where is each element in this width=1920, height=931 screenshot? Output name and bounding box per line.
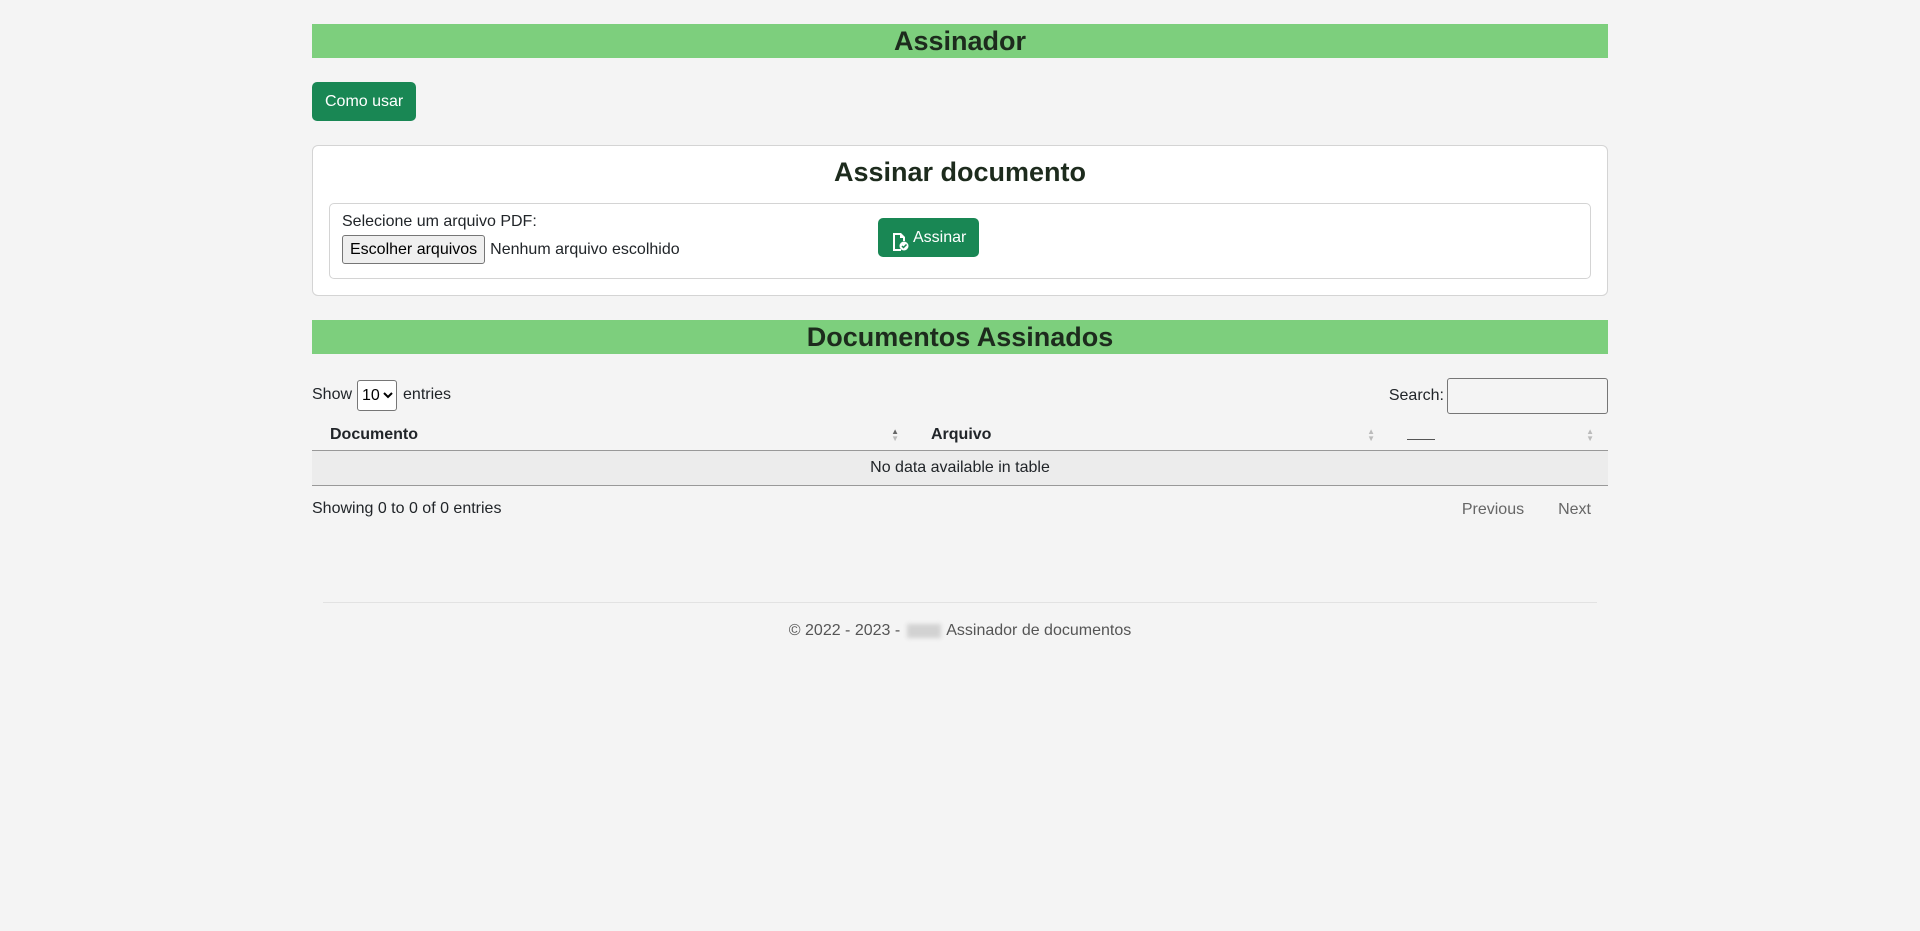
table-controls: Show 10 entries Search: (312, 378, 1608, 420)
column-header-documento[interactable]: Documento ▲ ▼ (312, 420, 913, 451)
main-container: Assinador Como usar Assinar documento Se… (312, 0, 1608, 640)
page-length-select[interactable]: 10 (357, 379, 398, 411)
signed-documents-title: Documentos Assinados (312, 320, 1608, 354)
search-label: Search: (1388, 387, 1444, 404)
copyright-text: © 2022 - 2023 - (788, 622, 901, 639)
sort-icon: ▲ ▼ (1367, 427, 1375, 443)
table-header-row: Documento ▲ ▼ Arquivo ▲ ▼ ▲ ▼ (312, 420, 1608, 451)
entries-label: entries (403, 386, 452, 403)
pagination: Previous Next (1445, 501, 1608, 519)
table-row: No data available in table (312, 450, 1608, 486)
empty-table-message: No data available in table (312, 450, 1608, 486)
signed-documents-table: Documento ▲ ▼ Arquivo ▲ ▼ ▲ ▼ No data avail… (312, 420, 1608, 486)
column-header-arquivo[interactable]: Arquivo ▲ ▼ (913, 420, 1389, 451)
sort-icon: ▲ ▼ (891, 427, 899, 443)
column-header-label: Arquivo (931, 426, 992, 443)
how-to-use-button[interactable]: Como usar (312, 82, 417, 121)
file-input-label: Selecione um arquivo PDF: (342, 213, 537, 230)
sign-card-title: Assinar documento (833, 157, 1087, 187)
footer-app-name: Assinador de documentos (946, 622, 1132, 639)
search-control: Search: (1389, 378, 1608, 414)
sign-document-card: Assinar documento Selecione um arquivo P… (312, 145, 1608, 296)
next-page-button[interactable]: Next (1541, 501, 1608, 519)
footer-divider (323, 602, 1597, 603)
page-length-control: Show 10 entries (312, 378, 451, 412)
choose-files-button[interactable]: Escolher arquivos (342, 235, 486, 264)
search-input[interactable] (1447, 378, 1608, 414)
column-header-actions[interactable]: ▲ ▼ (1389, 420, 1608, 451)
file-signature-icon (891, 228, 909, 251)
table-info: Showing 0 to 0 of 0 entries (312, 500, 502, 517)
file-status-text: Nenhum arquivo escolhido (490, 240, 680, 258)
column-header-label: Documento (330, 426, 418, 443)
upload-form: Selecione um arquivo PDF: Escolher arqui… (329, 203, 1591, 279)
previous-page-button[interactable]: Previous (1445, 501, 1541, 519)
sign-button[interactable]: Assinar (878, 218, 980, 257)
column-header-label (1407, 439, 1435, 440)
sign-button-label: Assinar (913, 229, 967, 246)
redacted-name (906, 623, 941, 638)
table-footer: Showing 0 to 0 of 0 entries Previous Nex… (312, 498, 1608, 528)
file-input[interactable]: Escolher arquivos Nenhum arquivo escolhi… (342, 235, 680, 264)
page-footer: © 2022 - 2023 - Assinador de documentos (312, 622, 1608, 640)
show-label: Show (312, 386, 353, 403)
page-title: Assinador (312, 24, 1608, 58)
sort-icon: ▲ ▼ (1586, 427, 1594, 443)
